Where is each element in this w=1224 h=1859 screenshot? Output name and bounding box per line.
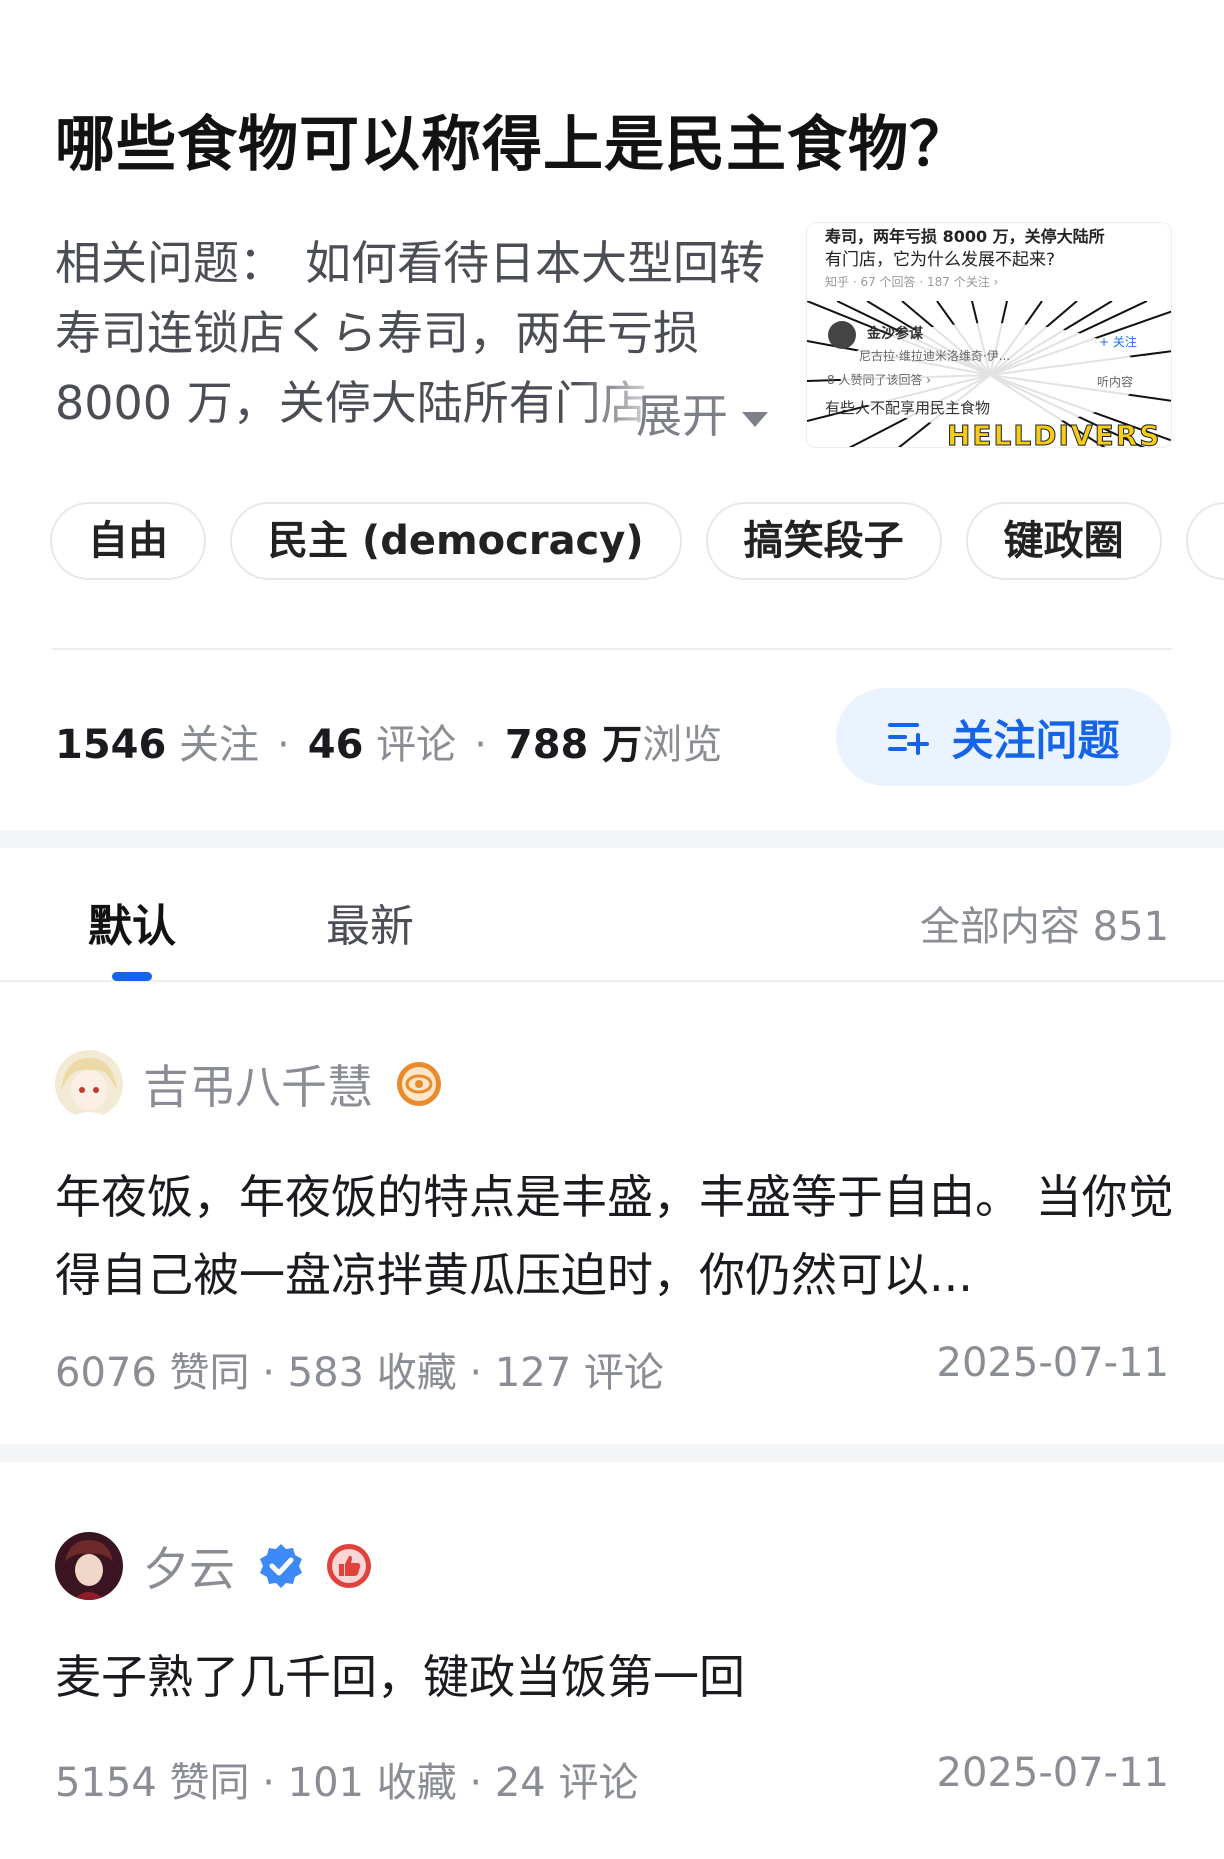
thumb-line-1: 寿司，两年亏损 8000 万，关停大陆所 (825, 227, 1105, 246)
author-name[interactable]: 夕云 (143, 1533, 235, 1599)
tab-indicator (112, 972, 152, 981)
tag-politics[interactable]: 键政圈 (965, 502, 1162, 580)
thumb-agreed: 8 人赞同了该回答 › (827, 373, 932, 387)
follow-label: 关注 (179, 722, 260, 768)
tag-jokes[interactable]: 搞笑段子 (705, 502, 942, 580)
view-count: 788 万 (504, 722, 643, 768)
separator: · (474, 722, 487, 768)
follow-question-button[interactable]: 关注问题 (836, 688, 1171, 786)
answer-meta: 5154 赞同 · 101 收藏 · 24 评论 2025-07-11 (55, 1750, 1169, 1808)
related-label: 相关问题： (55, 236, 285, 290)
answer-stats: 5154 赞同 · 101 收藏 · 24 评论 (55, 1760, 639, 1806)
avatar[interactable] (55, 1050, 123, 1118)
question-stats: 1546 关注 · 46 评论 · 788 万浏览 (55, 712, 722, 770)
thumb-line-2: 有门店，它为什么发展不起来? (825, 250, 1056, 270)
tag-freedom[interactable]: 自由 (50, 502, 206, 580)
tag-democracy[interactable]: 民主 (democracy) (230, 502, 682, 580)
thumb-line-3: 知乎 · 67 个回答 · 187 个关注 › (825, 275, 999, 289)
comment-label[interactable]: 评论 (376, 722, 456, 768)
avatar[interactable] (55, 1532, 123, 1600)
thumb-author: 金沙参谋 (867, 326, 923, 342)
answer-date: 2025-07-11 (936, 1340, 1169, 1386)
answer-author[interactable]: 夕云 (55, 1532, 393, 1600)
view-label: 浏览 (642, 722, 723, 768)
thumb-author-sub: 尼古拉·维拉迪米洛维奇·伊... (859, 349, 1011, 363)
comment-count: 46 (307, 722, 364, 768)
divider (52, 648, 1172, 650)
thumb-listen: 听内容 (1097, 375, 1134, 389)
follow-button-label: 关注问题 (951, 715, 1120, 765)
answer-stats: 6076 赞同 · 583 收藏 · 127 评论 (55, 1350, 664, 1396)
follow-count: 1546 (55, 722, 167, 768)
thumb-logo: HELLDIVERS (946, 419, 1162, 448)
question-title: 哪些食物可以称得上是民主食物？ (55, 110, 970, 180)
expand-button[interactable]: 展开 (636, 380, 768, 446)
eye-badge-icon (397, 1062, 441, 1106)
section-divider (0, 1444, 1224, 1462)
answer-item[interactable]: 吉弔八千慧 年夜饭，年夜饭的特点是丰盛，丰盛等于自由。 当你觉得自己被一盘凉拌黄… (0, 984, 1224, 1444)
answer-text[interactable]: 麦子熟了几千回，键政当饭第一回 (55, 1638, 1174, 1716)
author-name[interactable]: 吉弔八千慧 (143, 1051, 373, 1117)
verified-icon (260, 1544, 302, 1588)
total-count: 全部内容 851 (919, 904, 1169, 950)
expand-label: 展开 (636, 389, 728, 443)
section-divider (0, 830, 1224, 848)
answer-text[interactable]: 年夜饭，年夜饭的特点是丰盛，丰盛等于自由。 当你觉得自己被一盘凉拌黄瓜压迫时，你… (55, 1158, 1174, 1314)
topic-tags: 自由民主 (democracy) 搞笑段子键政圈绝地 (50, 502, 1224, 582)
separator: · (277, 722, 290, 768)
answer-tabs: 默认 最新 全部内容 851 (0, 848, 1224, 982)
answer-date: 2025-07-11 (936, 1750, 1169, 1796)
thumbs-up-badge-icon (327, 1544, 371, 1588)
thumb-follow: + 关注 (1099, 335, 1137, 349)
add-list-icon (888, 723, 930, 755)
answer-meta: 6076 赞同 · 583 收藏 · 127 评论 2025-07-11 (55, 1340, 1169, 1398)
answer-author[interactable]: 吉弔八千慧 (55, 1050, 463, 1118)
triangle-down-icon (742, 412, 768, 427)
tab-latest[interactable]: 最新 (326, 890, 414, 954)
tag-partial[interactable]: 绝地 (1185, 502, 1224, 580)
thumb-answer-line: 有些人不配享用民主食物 (825, 399, 991, 417)
tab-default[interactable]: 默认 (88, 890, 176, 954)
answer-item[interactable]: 夕云 麦子熟了几千回，键政当饭第一回 5154 赞同 · 101 收藏 · 24… (0, 1462, 1224, 1859)
related-thumbnail[interactable]: 寿司，两年亏损 8000 万，关停大陆所 有门店，它为什么发展不起来? 知乎 ·… (806, 222, 1172, 448)
